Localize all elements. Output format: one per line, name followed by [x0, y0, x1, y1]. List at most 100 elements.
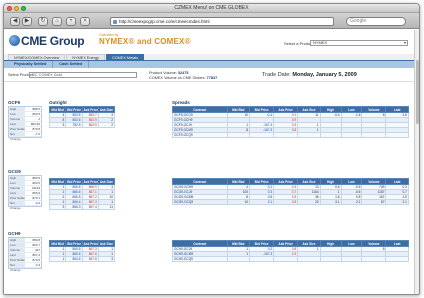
back-button[interactable]: ◀ [10, 17, 20, 26]
url-field[interactable]: http://cmeexpcgrp.cme.com/cmeecmdes.html [110, 17, 334, 26]
table-cell[interactable] [340, 132, 363, 138]
table-cell[interactable] [297, 132, 321, 138]
contract-stats: High 880.8 Low 863.7 Volume 447 Last 867.2 Prior… [8, 237, 42, 272]
table-cell[interactable]: GCH9-GCQ9 [172, 256, 228, 262]
spreads-title: Spreads [172, 100, 190, 105]
cme-group-logo[interactable]: CME Group [9, 34, 85, 48]
outright-table: Mkt Bkd Bid Price Ask Price Ask Size 4 863.8 8… [48, 106, 116, 128]
stat-value: 863.7 [32, 243, 40, 247]
table-cell[interactable]: 2.1 [249, 199, 275, 205]
stat-label: Net Change [9, 201, 25, 210]
window-title: CZMEX Menu! on CME GLOBEX [174, 5, 249, 11]
stat-label: Volume [9, 186, 25, 190]
table-cell[interactable]: 2.8 [273, 199, 299, 205]
table-row[interactable]: GCG9-GCQ9 10 2.1 2.8 20 3.1 2.1 87 2.1 [172, 199, 409, 205]
table-cell[interactable]: 3 [97, 256, 116, 262]
table-cell[interactable] [273, 256, 299, 262]
table-cell[interactable]: 11 [97, 204, 116, 210]
table-cell[interactable]: 866.3 [65, 204, 83, 210]
subtab-physically-settled[interactable]: Physically Settled [8, 61, 54, 68]
forward-button[interactable]: ▶ [22, 17, 32, 26]
table-cell[interactable] [249, 132, 275, 138]
table-row[interactable]: GCH9-GCQ9 [172, 256, 409, 262]
table-cell[interactable]: 3 [48, 122, 67, 128]
stat-label: Prior Settle [9, 127, 25, 131]
table-cell[interactable] [361, 132, 387, 138]
stat-value: 888.0 [32, 107, 40, 111]
contract-stats: High 888.0 Low 863.5 Volume 2 Last 863.90 Prior … [8, 106, 42, 141]
trade-date: Trade Date: Monday, January 5, 2009 [262, 72, 357, 78]
table-cell[interactable]: 864.6 [65, 256, 83, 262]
reload-button[interactable]: ↻ [38, 17, 48, 26]
stat-label: Low [9, 243, 25, 247]
product-volume: 32475 [177, 71, 189, 75]
contract-title: GCF9 [8, 100, 21, 105]
nymex-big-text: NYMEX® and COMEX® [99, 37, 191, 46]
stat-label: Net Change [9, 132, 25, 141]
logo-text: CME Group [21, 34, 85, 48]
select-product-dropdown[interactable]: GC COMEX Gold [29, 72, 137, 78]
table-cell[interactable]: GCF9-GCQ9 [172, 132, 228, 138]
tab-metals[interactable]: COMEX Metals [105, 54, 145, 60]
tab-energy[interactable]: NYMEX Energy [66, 54, 105, 60]
home-button[interactable]: ⌂ [52, 17, 62, 26]
table-cell[interactable]: 867.8 [81, 256, 99, 262]
stat-label: Last [9, 122, 25, 126]
table-cell[interactable] [385, 256, 409, 262]
subtab-cash-settled[interactable]: Cash Settled [53, 61, 90, 68]
url-text: http://cmeexpcgrp.cme.com/cmeecmdes.html [119, 19, 210, 24]
table-cell[interactable]: 2.1 [340, 199, 363, 205]
table-cell[interactable] [361, 256, 387, 262]
table-cell[interactable] [249, 256, 275, 262]
trade-date-label: Trade Date: [262, 72, 291, 78]
globex-volume-label: COMEX Volume on CME Globex: [149, 76, 206, 80]
table-cell[interactable]: 2.1 [385, 199, 409, 205]
stat-value: 860.5 [32, 181, 40, 185]
site-header: CME Group Operated by NYMEX® and COMEX® … [4, 30, 416, 54]
tab-overview[interactable]: NYMEX/COMEX Overview [8, 54, 66, 60]
table-cell[interactable] [226, 132, 251, 138]
product-select[interactable]: NYMEX ▾ [310, 40, 408, 46]
search-placeholder: Google [350, 18, 367, 24]
table-cell[interactable]: 3 [48, 204, 67, 210]
table-cell[interactable]: 20 [297, 199, 321, 205]
outright-title: Outright [49, 100, 67, 105]
table-cell[interactable] [297, 256, 321, 262]
stat-label: Volume [9, 248, 25, 252]
table-cell[interactable]: 782.5 [65, 122, 83, 128]
table-cell[interactable]: 3.1 [319, 199, 342, 205]
contract-title: GCH9 [8, 231, 21, 236]
table-cell[interactable]: 863.5 [81, 122, 99, 128]
table-cell[interactable] [340, 256, 363, 262]
table-cell[interactable] [273, 132, 299, 138]
table-row[interactable]: 3 782.5 863.5 2 [48, 122, 116, 128]
table-cell[interactable]: 87 [361, 199, 387, 205]
table-cell[interactable]: 2 [97, 122, 116, 128]
scrollbar-thumb[interactable] [416, 60, 419, 124]
table-row[interactable]: 1 864.6 867.8 3 [48, 256, 116, 262]
stat-value: 31129 [31, 186, 40, 190]
stat-value: 866.9 [32, 191, 40, 195]
table-cell[interactable] [319, 256, 342, 262]
table-cell[interactable]: 1 [48, 256, 67, 262]
contract-section: GCH9 High 880.8 Low 863.7 Volume 447 Last 867.2 P… [4, 231, 416, 289]
product-info: Product Volume: 32475 COMEX Volume on CM… [149, 71, 217, 81]
search-field[interactable]: Google [346, 17, 406, 26]
stop-button[interactable]: × [80, 17, 90, 26]
table-row[interactable]: GCF9-GCQ9 [172, 132, 409, 138]
bookmark-add-button[interactable]: + [66, 17, 76, 26]
table-cell[interactable] [226, 256, 251, 262]
nav-tabs: NYMEX/COMEX Overview NYMEX Energy COMEX … [4, 54, 416, 61]
table-cell[interactable]: 10 [226, 199, 251, 205]
select-product-value: GC COMEX Gold [32, 73, 62, 77]
table-cell[interactable] [319, 132, 342, 138]
contract-title: GCG9 [8, 169, 21, 174]
spreads-table: Contract Mkt Bkd Bid Price Ask Price Ask Siz… [172, 178, 409, 205]
table-cell[interactable] [385, 132, 409, 138]
table-row[interactable]: 3 866.3 867.4 11 [48, 204, 116, 210]
table-cell[interactable]: GCG9-GCQ9 [172, 199, 228, 205]
table-cell[interactable]: 867.4 [81, 204, 99, 210]
stat-label: High [9, 238, 25, 242]
outright-table: Mkt Bkd Bid Price Ask Price Ask Size 1 865.8 8… [48, 240, 116, 262]
vertical-scrollbar[interactable] [414, 30, 419, 294]
